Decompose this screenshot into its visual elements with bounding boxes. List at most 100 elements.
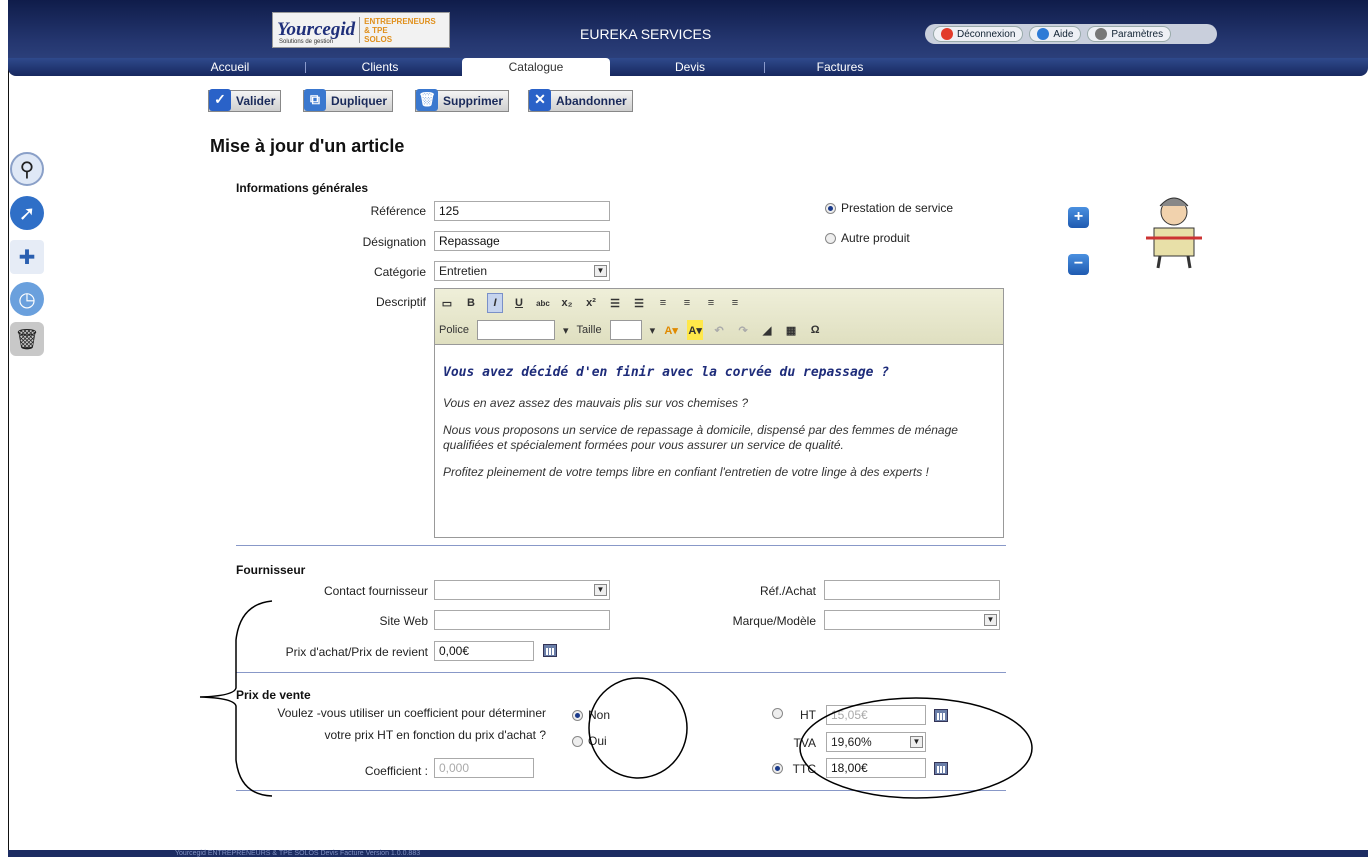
page-title: Mise à jour d'un article bbox=[210, 136, 405, 156]
size-label: Taille bbox=[576, 324, 602, 336]
ht-field[interactable]: 15,05€ bbox=[826, 705, 926, 725]
divider bbox=[236, 790, 1006, 791]
logo-line1: ENTREPRENEURS bbox=[364, 16, 436, 26]
eraser-icon[interactable]: ◢ bbox=[759, 320, 775, 340]
cost-field[interactable]: 0,00€ bbox=[434, 641, 534, 661]
logo-line3: SOLOS bbox=[364, 34, 393, 44]
help-icon bbox=[1037, 28, 1050, 40]
justify-icon[interactable]: ≡ bbox=[727, 293, 743, 313]
ttc-label: TTC bbox=[792, 762, 816, 776]
contact-label: Contact fournisseur bbox=[323, 584, 428, 598]
coef-yes-radio[interactable]: Oui bbox=[572, 734, 607, 748]
source-icon[interactable]: ▭ bbox=[439, 293, 455, 313]
brand-label: Marque/Modèle bbox=[732, 614, 816, 628]
designation-field[interactable]: Repassage bbox=[434, 231, 610, 251]
align-center-icon[interactable]: ≡ bbox=[679, 293, 695, 313]
bg-color-icon[interactable]: A▾ bbox=[687, 320, 704, 340]
coef-question-line1: Voulez -vous utiliser un coefficient pou… bbox=[277, 706, 546, 720]
coef-field[interactable]: 0,000 bbox=[434, 758, 534, 778]
tva-select[interactable]: 19,60% ▼ bbox=[826, 732, 926, 752]
subscript-button[interactable]: x₂ bbox=[559, 293, 575, 313]
contact-select[interactable]: ▼ bbox=[434, 580, 610, 600]
font-select[interactable] bbox=[476, 320, 555, 340]
ref-field[interactable] bbox=[824, 580, 1000, 600]
compass-icon[interactable]: ➚ bbox=[10, 196, 44, 230]
delete-button[interactable]: 🗑 Supprimer bbox=[415, 88, 510, 112]
size-select[interactable] bbox=[609, 320, 642, 340]
ttc-radio[interactable] bbox=[772, 763, 783, 774]
superscript-button[interactable]: x² bbox=[583, 293, 599, 313]
table-icon[interactable]: ▦ bbox=[783, 320, 799, 340]
help-button[interactable]: Aide bbox=[1029, 26, 1082, 42]
brand-select[interactable]: ▼ bbox=[824, 610, 1000, 630]
category-label: Catégorie bbox=[373, 265, 426, 279]
validate-button[interactable]: ✓ Valider bbox=[208, 88, 282, 112]
font-label: Police bbox=[439, 324, 469, 336]
search-icon[interactable]: ⚲ bbox=[10, 152, 44, 186]
text-color-icon[interactable]: A▾ bbox=[663, 320, 679, 340]
cost-label: Prix d'achat/Prix de revient bbox=[285, 645, 428, 659]
undo-icon[interactable]: ↶ bbox=[711, 320, 727, 340]
app-logo: Yourcegid ENTREPRENEURS & TPE SOLOS Soluti… bbox=[272, 12, 450, 48]
ht-radio[interactable] bbox=[772, 708, 783, 719]
type-other-radio[interactable]: Autre produit bbox=[825, 231, 910, 245]
coef-label: Coefficient : bbox=[364, 764, 428, 778]
coef-no-radio[interactable]: Non bbox=[572, 708, 610, 722]
article-image bbox=[1140, 188, 1208, 272]
header-actions: Déconnexion Aide Paramètres bbox=[925, 24, 1217, 44]
type-service-radio[interactable]: Prestation de service bbox=[825, 201, 953, 215]
editor-paragraph: Vous en avez assez des mauvais plis sur … bbox=[443, 396, 749, 410]
italic-button[interactable]: I bbox=[487, 293, 503, 313]
app-title: EUREKA SERVICES bbox=[580, 26, 712, 42]
general-section-title: Informations générales bbox=[236, 181, 369, 195]
strikethrough-button[interactable]: abc bbox=[535, 293, 551, 313]
editor-content[interactable]: Vous avez décidé d'en finir avec la corv… bbox=[435, 345, 1003, 506]
abandon-button[interactable]: ✕ Abandonner bbox=[528, 88, 633, 112]
remove-icon[interactable]: − bbox=[1068, 254, 1089, 275]
tab-catalogue[interactable]: Catalogue bbox=[462, 58, 610, 76]
chevron-down-icon: ▼ bbox=[594, 584, 607, 596]
chevron-down-icon: ▼ bbox=[594, 265, 607, 277]
logout-button[interactable]: Déconnexion bbox=[933, 26, 1024, 42]
calculator-icon[interactable] bbox=[543, 644, 557, 657]
tab-clients[interactable]: Clients bbox=[345, 58, 415, 76]
trash-icon: 🗑 bbox=[416, 88, 438, 111]
tva-label: TVA bbox=[793, 736, 816, 750]
duplicate-button[interactable]: ⧉ Dupliquer bbox=[303, 88, 393, 112]
logout-icon bbox=[941, 28, 953, 40]
settings-button[interactable]: Paramètres bbox=[1087, 26, 1172, 42]
tab-factures[interactable]: Factures bbox=[800, 58, 880, 76]
logo-tagline: Solutions de gestion bbox=[279, 39, 334, 45]
logo-line2: & TPE bbox=[364, 25, 388, 35]
gear-icon bbox=[1095, 28, 1108, 40]
ordered-list-icon[interactable]: ☰ bbox=[607, 293, 623, 313]
special-char-icon[interactable]: Ω bbox=[807, 320, 823, 340]
clock-icon[interactable]: ◷ bbox=[10, 282, 44, 316]
website-field[interactable] bbox=[434, 610, 610, 630]
close-icon: ✕ bbox=[529, 88, 551, 111]
calculator-icon[interactable] bbox=[934, 709, 948, 722]
logo-main: Yourcegid bbox=[277, 19, 356, 40]
tab-devis[interactable]: Devis bbox=[655, 58, 725, 76]
editor-paragraph: Nous vous proposons un service de repass… bbox=[443, 423, 958, 452]
ht-label: HT bbox=[800, 708, 816, 722]
editor-toolbar: ▭ B I U abc x₂ x² ☰ ☰ ≡ ≡ ≡ ≡ Police ▾ T… bbox=[435, 289, 1003, 345]
category-select[interactable]: Entretien ▼ bbox=[434, 261, 610, 281]
trash-bin-icon[interactable]: 🗑 bbox=[10, 322, 44, 356]
tab-accueil[interactable]: Accueil bbox=[200, 58, 260, 76]
reference-label: Référence bbox=[370, 204, 426, 218]
ttc-field[interactable]: 18,00€ bbox=[826, 758, 926, 778]
redo-icon[interactable]: ↷ bbox=[735, 320, 751, 340]
align-right-icon[interactable]: ≡ bbox=[703, 293, 719, 313]
add-icon[interactable]: + bbox=[1068, 207, 1089, 228]
description-editor[interactable]: ▭ B I U abc x₂ x² ☰ ☰ ≡ ≡ ≡ ≡ Police ▾ T… bbox=[434, 288, 1004, 538]
bold-button[interactable]: B bbox=[463, 293, 479, 313]
align-left-icon[interactable]: ≡ bbox=[655, 293, 671, 313]
bullet-list-icon[interactable]: ☰ bbox=[631, 293, 647, 313]
reference-field[interactable]: 125 bbox=[434, 201, 610, 221]
new-document-icon[interactable]: ✚ bbox=[10, 240, 44, 274]
ref-label: Réf./Achat bbox=[759, 584, 816, 598]
designation-label: Désignation bbox=[362, 235, 426, 249]
underline-button[interactable]: U bbox=[511, 293, 527, 313]
calculator-icon[interactable] bbox=[934, 762, 948, 775]
